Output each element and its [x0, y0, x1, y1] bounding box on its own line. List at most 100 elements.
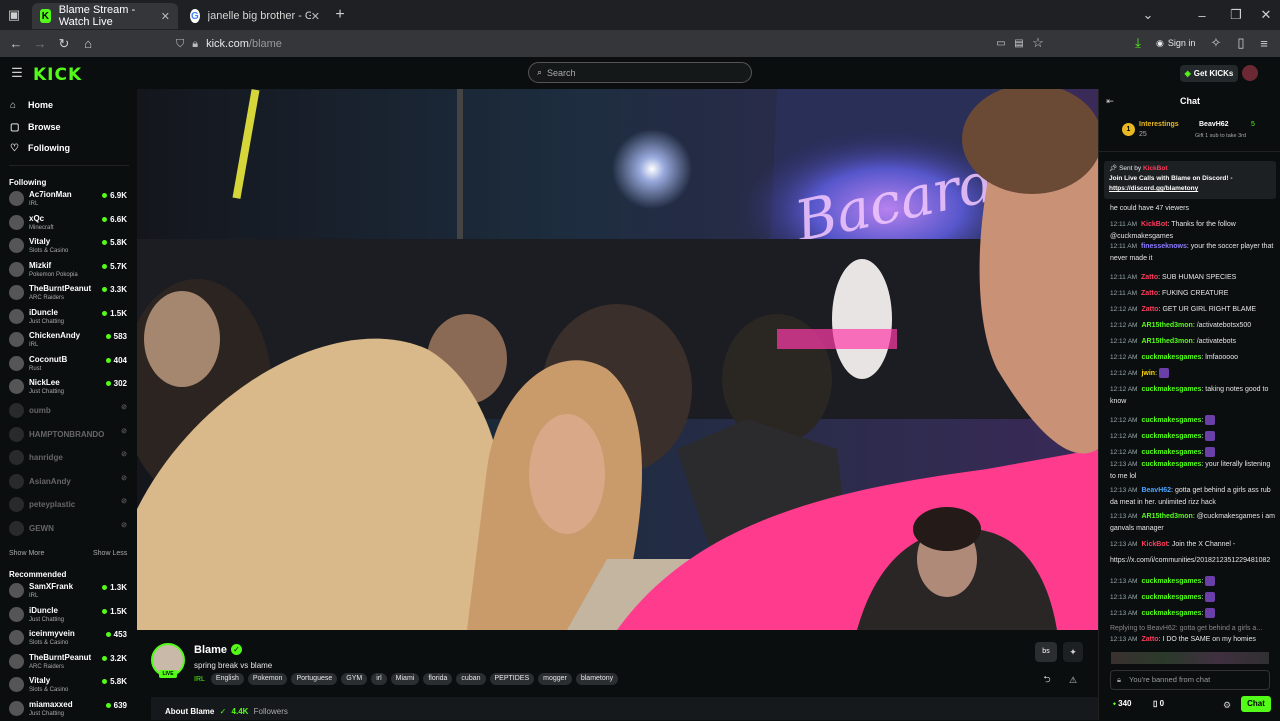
url-field[interactable]: ⛉ 🔒︎ kick.com/blame	[176, 34, 1050, 54]
download-icon[interactable]: ⤓	[1131, 35, 1145, 50]
message-username[interactable]: jwin	[1141, 370, 1155, 377]
message-username[interactable]: KickBot	[1141, 541, 1167, 548]
second-gifter-name[interactable]: BeavH62	[1199, 121, 1229, 128]
message-username[interactable]: cuckmakesgames	[1141, 433, 1201, 440]
sidebar-channel[interactable]: peteyplastic ⊘	[9, 495, 129, 517]
stream-tag[interactable]: Miami	[390, 673, 420, 685]
message-username[interactable]: KickBot	[1141, 221, 1167, 228]
message-username[interactable]: finesseknows	[1141, 243, 1187, 250]
sidebar-channel[interactable]: AsianAndy ⊘	[9, 472, 129, 494]
chat-settings-icon[interactable]: ⚙	[1221, 699, 1233, 711]
nav-following[interactable]: ♡ Following	[10, 140, 70, 156]
stream-tag[interactable]: English	[210, 673, 244, 685]
stream-tag[interactable]: blametony	[575, 673, 619, 685]
streamer-name[interactable]: Blame	[194, 644, 227, 656]
message-username[interactable]: cuckmakesgames	[1141, 594, 1201, 601]
message-username[interactable]: Zatto	[1141, 306, 1158, 313]
sidebar-channel[interactable]: Ac7ionMan IRL 6.9K	[9, 189, 129, 211]
sidebar-channel[interactable]: Vitaly Slots & Casino 5.8K	[9, 236, 129, 258]
tab-google-search[interactable]: G janelle big brother - Google Se ✕	[182, 3, 328, 29]
message-username[interactable]: cuckmakesgames	[1141, 461, 1201, 468]
show-less-button[interactable]: Show Less	[93, 550, 127, 557]
gift-icon[interactable]: ✦	[1063, 642, 1083, 662]
stream-tag[interactable]: mogger	[538, 673, 572, 685]
message-username[interactable]: BeavH62	[1141, 487, 1171, 494]
bookmark-star-icon[interactable]: ☆	[1031, 35, 1045, 50]
sidebar-toggle-icon[interactable]: ▯	[1234, 35, 1248, 50]
stream-tag[interactable]: IRL	[194, 676, 205, 683]
sidebar-channel[interactable]: iceinmyvein Slots & Casino 453	[9, 628, 129, 650]
sidebar-channel[interactable]: xQc Minecraft 6.6K	[9, 213, 129, 235]
stream-tag[interactable]: GYM	[341, 673, 368, 685]
tab-list-chevron-icon[interactable]: ⌄	[1140, 0, 1156, 30]
chat-input[interactable]: 🔒︎ You're banned from chat	[1110, 670, 1270, 690]
sidebar-channel[interactable]: iDuncle Just Chatting 1.5K	[9, 605, 129, 627]
pinned-link[interactable]: https://discord.gg/blametony	[1109, 184, 1271, 194]
forward-icon[interactable]: →	[30, 30, 50, 57]
message-username[interactable]: cuckmakesgames	[1141, 386, 1201, 393]
sidebar-channel[interactable]: TheBurntPeanut ARC Raiders 3.3K	[9, 283, 129, 305]
back-icon[interactable]: ←	[6, 30, 26, 57]
home-browser-icon[interactable]: ⌂	[78, 30, 98, 57]
message-username[interactable]: cuckmakesgames	[1141, 417, 1201, 424]
sidebar-channel[interactable]: Mizkif Pokemon Pokopia 5.7K	[9, 260, 129, 282]
chat-send-button[interactable]: Chat	[1241, 696, 1271, 712]
message-username[interactable]: cuckmakesgames	[1141, 578, 1201, 585]
kick-logo[interactable]: KICK	[33, 65, 82, 85]
message-username[interactable]: AR15thed3mon	[1141, 338, 1192, 345]
nav-browse[interactable]: ▢ Browse	[10, 119, 61, 135]
browser-menu-icon[interactable]: ≡	[1257, 36, 1271, 51]
nav-home[interactable]: ⌂ Home	[10, 97, 53, 113]
close-tab-icon[interactable]: ✕	[161, 10, 170, 23]
points-display[interactable]: ⬩ 340	[1113, 699, 1131, 709]
close-window-icon[interactable]: ✕	[1256, 0, 1276, 30]
message-username[interactable]: Zatto	[1141, 274, 1158, 281]
sidebar-channel[interactable]: oumb ⊘	[9, 401, 129, 423]
stream-tag[interactable]: irl	[371, 673, 387, 685]
sidebar-channel[interactable]: Vitaly Slots & Casino 5.8K	[9, 675, 129, 697]
stream-tag[interactable]: cuban	[456, 673, 486, 685]
message-username[interactable]: Zatto	[1141, 636, 1158, 643]
hamburger-menu-icon[interactable]: ☰	[10, 65, 24, 80]
subscribe-button[interactable]: bs	[1035, 642, 1057, 662]
sidebar-channel[interactable]: GEWN ⊘	[9, 519, 129, 541]
message-username[interactable]: cuckmakesgames	[1141, 354, 1201, 361]
sidebar-channel[interactable]: HAMPTONBRANDO ⊘	[9, 425, 129, 447]
pip-icon[interactable]: ▭	[994, 36, 1008, 50]
message-username[interactable]: AR15thed3mon	[1141, 322, 1192, 329]
show-more-button[interactable]: Show More	[9, 550, 44, 557]
stream-tag[interactable]: florida	[423, 673, 453, 685]
stream-tag[interactable]: PEPTIDES	[489, 673, 535, 685]
tab-actions-icon[interactable]: ▣	[0, 0, 28, 30]
sidebar-channel[interactable]: hanridge ⊘	[9, 448, 129, 470]
restore-icon[interactable]: ❐	[1226, 0, 1246, 30]
sidebar-channel[interactable]: CoconutB Rust 404	[9, 354, 129, 376]
sidebar-channel[interactable]: ChickenAndy IRL 583	[9, 330, 129, 352]
message-username[interactable]: cuckmakesgames	[1141, 449, 1201, 456]
new-tab-icon[interactable]: +	[328, 0, 352, 30]
reload-icon[interactable]: ↻	[54, 30, 74, 57]
search-input[interactable]: ⌕ Search	[528, 62, 752, 83]
top-gifter-name[interactable]: Interestings	[1139, 121, 1179, 128]
video-player[interactable]: Bacardi	[137, 89, 1098, 630]
get-kicks-button[interactable]: ◈ Get KICKs	[1180, 65, 1238, 82]
minimize-icon[interactable]: –	[1192, 0, 1212, 30]
stream-tag[interactable]: Portuguese	[291, 673, 338, 685]
sidebar-channel[interactable]: NickLee Just Chatting 302	[9, 377, 129, 399]
stream-tag[interactable]: Pokemon	[247, 673, 288, 685]
sidebar-channel[interactable]: SamXFrank IRL 1.3K	[9, 581, 129, 603]
message-username[interactable]: AR15thed3mon	[1141, 513, 1192, 520]
tab-blame-stream[interactable]: K Blame Stream - Watch Live ✕	[32, 3, 178, 29]
report-icon[interactable]: ⚠	[1065, 672, 1081, 688]
user-avatar[interactable]	[1242, 65, 1258, 81]
sidebar-channel[interactable]: iDuncle Just Chatting 1.5K	[9, 307, 129, 329]
sign-in-button[interactable]: ◉ Sign in	[1156, 36, 1195, 50]
extensions-icon[interactable]: ✧	[1209, 35, 1223, 50]
sidebar-channel[interactable]: TheBurntPeanut ARC Raiders 3.2K	[9, 652, 129, 674]
reader-icon[interactable]: ▤	[1012, 36, 1026, 50]
share-icon[interactable]: ⮌	[1039, 672, 1055, 688]
message-username[interactable]: Zatto	[1141, 290, 1158, 297]
sidebar-channel[interactable]: miamaxxed Just Chatting 639	[9, 699, 129, 721]
message-username[interactable]: cuckmakesgames	[1141, 610, 1201, 617]
close-tab-icon[interactable]: ✕	[311, 10, 320, 23]
